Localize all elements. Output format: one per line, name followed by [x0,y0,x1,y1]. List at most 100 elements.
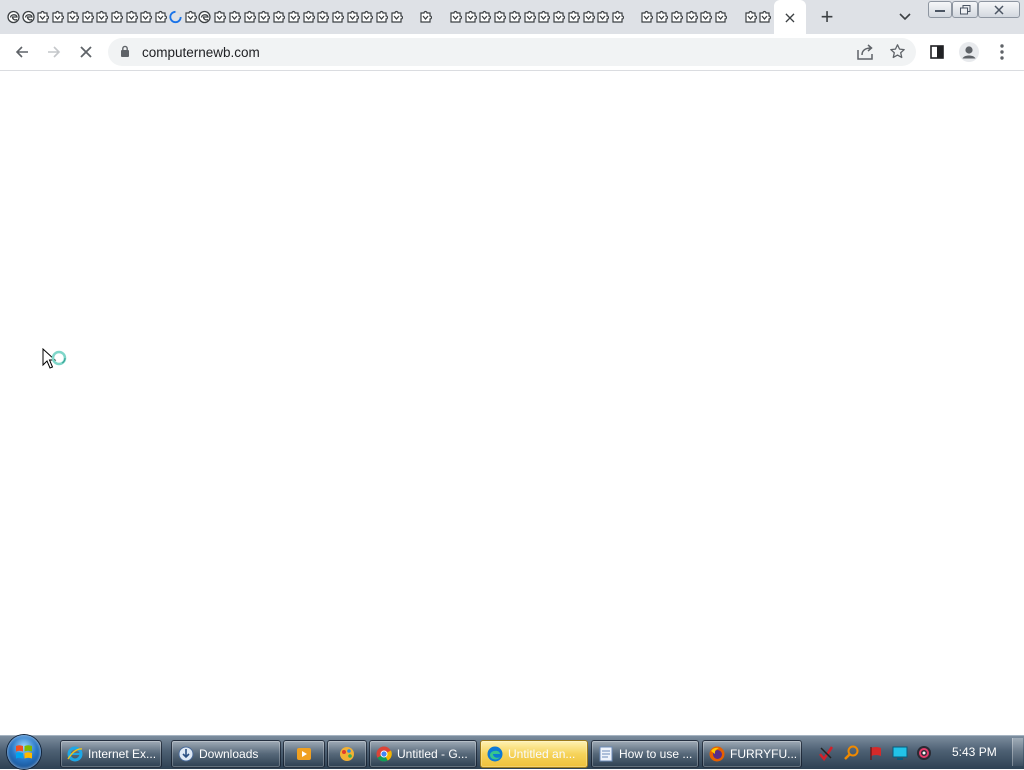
pinned-tab[interactable] [80,6,95,28]
puzzle-icon [715,10,728,23]
pinned-tab[interactable] [35,6,50,28]
pinned-tab[interactable] [21,6,36,28]
pinned-tab[interactable] [669,6,684,28]
pinned-tab[interactable] [242,6,257,28]
pinned-tab[interactable] [168,6,183,28]
pinned-tab[interactable] [536,6,551,28]
notepad-icon [598,746,614,762]
pinned-tab[interactable] [581,6,596,28]
pinned-tab[interactable] [522,6,537,28]
puzzle-icon [67,10,79,23]
pinned-tab[interactable] [492,6,507,28]
web-page-content [0,71,1024,735]
pinned-tab[interactable] [507,6,522,28]
window-close-button[interactable] [978,1,1020,18]
window-minimize-button[interactable] [928,1,952,18]
puzzle-icon [479,10,492,23]
side-panel-button[interactable] [925,40,949,64]
tab-search-button[interactable] [894,8,916,26]
puzzle-icon [612,10,624,23]
pinned-tab[interactable] [330,6,345,28]
pinned-tabs [6,6,772,28]
puzzle-icon [37,10,50,23]
new-tab-button[interactable]: + [815,6,839,28]
active-tab[interactable]: × [774,0,806,34]
pinned-tab[interactable] [699,6,714,28]
taskbar-button-label: FURRYFU... [730,747,798,761]
back-button[interactable] [10,40,34,64]
taskbar-button-notepad[interactable]: How to use ... [591,740,699,768]
pinned-tab[interactable] [139,6,154,28]
pinned-tab[interactable] [713,6,728,28]
show-desktop-button[interactable] [1012,738,1023,766]
share-icon[interactable] [857,44,874,60]
bookmark-star-icon[interactable] [889,43,906,60]
address-bar[interactable]: computernewb.com [108,38,916,66]
pinned-tab[interactable] [153,6,168,28]
stop-loading-button[interactable] [74,40,98,64]
pinned-tab[interactable] [345,6,360,28]
puzzle-icon [523,10,536,23]
volume-icon[interactable] [916,745,932,761]
close-icon [80,46,92,58]
pinned-tab[interactable] [124,6,139,28]
pinned-tab[interactable] [478,6,493,28]
pinned-tab[interactable] [566,6,581,28]
taskbar-button-media-player[interactable] [283,740,325,768]
pinned-tab[interactable] [50,6,65,28]
pinned-tab[interactable] [757,6,772,28]
puzzle-icon [332,10,345,23]
tab-close-icon[interactable]: × [783,8,796,27]
puzzle-icon [538,10,551,23]
pinned-tab[interactable] [227,6,242,28]
pinned-tab[interactable] [463,6,478,28]
forward-button[interactable] [42,40,66,64]
pinned-tab[interactable] [315,6,330,28]
pinned-tab[interactable] [198,6,213,28]
pinned-tab[interactable] [419,6,434,28]
puzzle-icon [185,10,197,23]
pinned-tab[interactable] [654,6,669,28]
profile-button[interactable] [957,40,981,64]
taskbar-button-edge[interactable]: Untitled an... [480,740,588,768]
search-tool-icon[interactable] [844,745,860,761]
window-restore-button[interactable] [952,1,978,18]
pinned-tab[interactable] [212,6,227,28]
pinned-tab[interactable] [271,6,286,28]
pinned-tab[interactable] [183,6,198,28]
taskbar-button-downloads[interactable]: Downloads [171,740,281,768]
pinned-tab[interactable] [389,6,404,28]
antivirus-icon[interactable] [818,745,834,761]
clock[interactable]: 5:43 PM [952,745,997,759]
pinned-tab[interactable] [374,6,389,28]
pinned-tab[interactable] [6,6,21,28]
taskbar-button-firefox[interactable]: FURRYFU... [702,740,802,768]
puzzle-icon [700,10,713,23]
internet-explorer-icon [67,746,83,762]
taskbar-button-chrome[interactable]: Untitled - G... [369,740,477,768]
pinned-tab[interactable] [551,6,566,28]
pinned-tab[interactable] [109,6,124,28]
arrow-right-icon [48,46,61,58]
pinned-tab[interactable] [94,6,109,28]
pinned-tab[interactable] [743,6,758,28]
pinned-tab[interactable] [286,6,301,28]
pinned-tab[interactable] [595,6,610,28]
pinned-tab[interactable] [301,6,316,28]
url-text[interactable]: computernewb.com [142,45,260,60]
start-button[interactable] [2,734,46,770]
flag-icon[interactable] [868,745,884,761]
taskbar-button-paint[interactable] [327,740,367,768]
pinned-tab[interactable] [65,6,80,28]
taskbar-button-internet-explorer[interactable]: Internet Ex... [60,740,162,768]
taskbar-button-label: Untitled an... [508,747,576,761]
pinned-tab[interactable] [360,6,375,28]
pinned-tab[interactable] [448,6,463,28]
pinned-tab[interactable] [256,6,271,28]
lock-icon[interactable] [120,45,130,58]
network-icon[interactable] [892,745,908,761]
menu-button[interactable] [990,40,1014,64]
pinned-tab[interactable] [610,6,625,28]
pinned-tab[interactable] [684,6,699,28]
pinned-tab[interactable] [640,6,655,28]
